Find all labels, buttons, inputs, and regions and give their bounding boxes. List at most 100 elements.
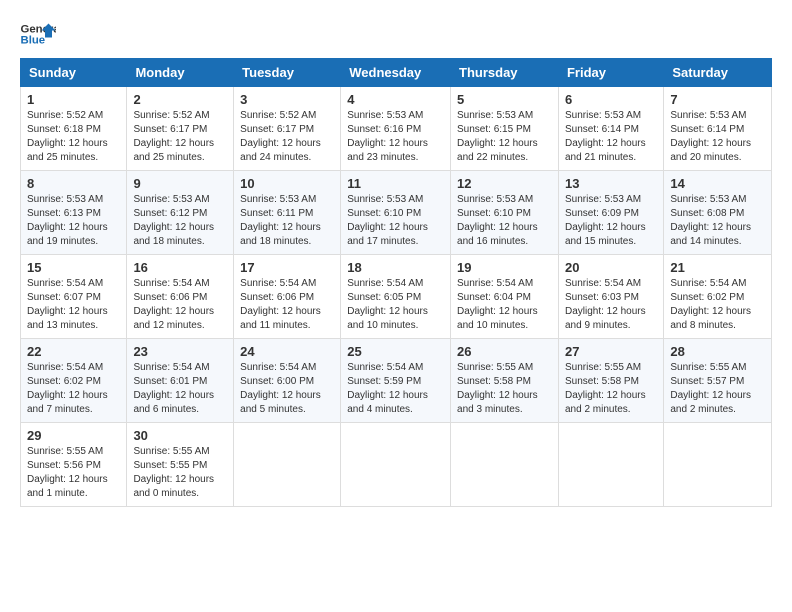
day-info: Sunrise: 5:55 AM Sunset: 5:56 PM Dayligh…: [27, 445, 120, 501]
day-number: 30: [133, 428, 227, 443]
svg-text:Blue: Blue: [21, 35, 46, 47]
day-cell: [341, 423, 451, 507]
day-number: 22: [27, 344, 120, 359]
day-cell: 28Sunrise: 5:55 AM Sunset: 5:57 PM Dayli…: [664, 339, 772, 423]
day-number: 26: [457, 344, 552, 359]
day-cell: 4 Sunrise: 5:53 AM Sunset: 6:16 PM Daylig…: [341, 87, 451, 171]
day-cell: 10 Sunrise: 5:53 AM Sunset: 6:11 PM Dayli…: [234, 171, 341, 255]
col-header-tuesday: Tuesday: [234, 59, 341, 87]
day-cell: 18 Sunrise: 5:54 AM Sunset: 6:05 PM Dayli…: [341, 255, 451, 339]
day-number: 1: [27, 92, 120, 107]
day-info: Sunrise: 5:52 AM Sunset: 6:17 PM Dayligh…: [133, 109, 227, 165]
week-row-1: 1 Sunrise: 5:52 AM Sunset: 6:18 PM Daylig…: [21, 87, 772, 171]
day-info: Sunrise: 5:53 AM Sunset: 6:10 PM Dayligh…: [457, 193, 552, 249]
day-cell: 22 Sunrise: 5:54 AM Sunset: 6:02 PM Dayli…: [21, 339, 127, 423]
day-info: Sunrise: 5:55 AM Sunset: 5:58 PM Dayligh…: [565, 361, 657, 417]
day-cell: 11 Sunrise: 5:53 AM Sunset: 6:10 PM Dayli…: [341, 171, 451, 255]
day-cell: 12 Sunrise: 5:53 AM Sunset: 6:10 PM Dayli…: [451, 171, 559, 255]
day-info: Sunrise: 5:54 AM Sunset: 6:03 PM Dayligh…: [565, 277, 657, 333]
day-cell: 24 Sunrise: 5:54 AM Sunset: 6:00 PM Dayli…: [234, 339, 341, 423]
day-cell: [664, 423, 772, 507]
day-info: Sunrise: 5:53 AM Sunset: 6:09 PM Dayligh…: [565, 193, 657, 249]
day-number: 19: [457, 260, 552, 275]
day-number: 23: [133, 344, 227, 359]
day-number: 25: [347, 344, 444, 359]
day-info: Sunrise: 5:54 AM Sunset: 6:06 PM Dayligh…: [133, 277, 227, 333]
day-cell: [451, 423, 559, 507]
day-number: 10: [240, 176, 334, 191]
day-cell: 5 Sunrise: 5:53 AM Sunset: 6:15 PM Daylig…: [451, 87, 559, 171]
day-number: 14: [670, 176, 765, 191]
day-number: 24: [240, 344, 334, 359]
day-number: 29: [27, 428, 120, 443]
day-cell: [234, 423, 341, 507]
day-cell: 21 Sunrise: 5:54 AM Sunset: 6:02 PM Dayli…: [664, 255, 772, 339]
day-cell: 15Sunrise: 5:54 AM Sunset: 6:07 PM Dayli…: [21, 255, 127, 339]
day-number: 13: [565, 176, 657, 191]
day-info: Sunrise: 5:54 AM Sunset: 6:02 PM Dayligh…: [670, 277, 765, 333]
day-info: Sunrise: 5:54 AM Sunset: 6:02 PM Dayligh…: [27, 361, 120, 417]
day-cell: 19 Sunrise: 5:54 AM Sunset: 6:04 PM Dayli…: [451, 255, 559, 339]
logo-icon: General Blue: [20, 20, 56, 48]
day-number: 7: [670, 92, 765, 107]
day-number: 12: [457, 176, 552, 191]
day-cell: 25 Sunrise: 5:54 AM Sunset: 5:59 PM Dayli…: [341, 339, 451, 423]
day-number: 6: [565, 92, 657, 107]
day-number: 20: [565, 260, 657, 275]
day-number: 5: [457, 92, 552, 107]
day-number: 17: [240, 260, 334, 275]
day-info: Sunrise: 5:54 AM Sunset: 6:00 PM Dayligh…: [240, 361, 334, 417]
header: General Blue: [20, 20, 772, 48]
day-cell: 3Sunrise: 5:52 AM Sunset: 6:17 PM Daylig…: [234, 87, 341, 171]
day-cell: 26 Sunrise: 5:55 AM Sunset: 5:58 PM Dayli…: [451, 339, 559, 423]
day-cell: [558, 423, 663, 507]
day-cell: 23 Sunrise: 5:54 AM Sunset: 6:01 PM Dayli…: [127, 339, 234, 423]
day-number: 8: [27, 176, 120, 191]
day-number: 27: [565, 344, 657, 359]
day-cell: 17 Sunrise: 5:54 AM Sunset: 6:06 PM Dayli…: [234, 255, 341, 339]
day-info: Sunrise: 5:53 AM Sunset: 6:14 PM Dayligh…: [670, 109, 765, 165]
day-info: Sunrise: 5:53 AM Sunset: 6:08 PM Dayligh…: [670, 193, 765, 249]
day-number: 11: [347, 176, 444, 191]
week-row-4: 22 Sunrise: 5:54 AM Sunset: 6:02 PM Dayli…: [21, 339, 772, 423]
day-info: Sunrise: 5:55 AM Sunset: 5:58 PM Dayligh…: [457, 361, 552, 417]
day-cell: 2 Sunrise: 5:52 AM Sunset: 6:17 PM Daylig…: [127, 87, 234, 171]
day-number: 4: [347, 92, 444, 107]
day-cell: 6 Sunrise: 5:53 AM Sunset: 6:14 PM Daylig…: [558, 87, 663, 171]
day-number: 18: [347, 260, 444, 275]
day-cell: 27 Sunrise: 5:55 AM Sunset: 5:58 PM Dayli…: [558, 339, 663, 423]
header-row: SundayMondayTuesdayWednesdayThursdayFrid…: [21, 59, 772, 87]
day-info: Sunrise: 5:55 AM Sunset: 5:57 PM Dayligh…: [670, 361, 765, 417]
day-info: Sunrise: 5:54 AM Sunset: 6:01 PM Dayligh…: [133, 361, 227, 417]
day-number: 21: [670, 260, 765, 275]
day-info: Sunrise: 5:53 AM Sunset: 6:11 PM Dayligh…: [240, 193, 334, 249]
day-info: Sunrise: 5:53 AM Sunset: 6:15 PM Dayligh…: [457, 109, 552, 165]
col-header-monday: Monday: [127, 59, 234, 87]
logo: General Blue: [20, 20, 56, 48]
day-info: Sunrise: 5:54 AM Sunset: 6:04 PM Dayligh…: [457, 277, 552, 333]
day-cell: 8Sunrise: 5:53 AM Sunset: 6:13 PM Daylig…: [21, 171, 127, 255]
day-cell: 9Sunrise: 5:53 AM Sunset: 6:12 PM Daylig…: [127, 171, 234, 255]
col-header-friday: Friday: [558, 59, 663, 87]
day-number: 2: [133, 92, 227, 107]
col-header-thursday: Thursday: [451, 59, 559, 87]
week-row-5: 29 Sunrise: 5:55 AM Sunset: 5:56 PM Dayli…: [21, 423, 772, 507]
day-info: Sunrise: 5:54 AM Sunset: 6:06 PM Dayligh…: [240, 277, 334, 333]
day-info: Sunrise: 5:53 AM Sunset: 6:10 PM Dayligh…: [347, 193, 444, 249]
day-info: Sunrise: 5:52 AM Sunset: 6:18 PM Dayligh…: [27, 109, 120, 165]
day-info: Sunrise: 5:54 AM Sunset: 6:07 PM Dayligh…: [27, 277, 120, 333]
day-cell: 7 Sunrise: 5:53 AM Sunset: 6:14 PM Daylig…: [664, 87, 772, 171]
day-cell: 13 Sunrise: 5:53 AM Sunset: 6:09 PM Dayli…: [558, 171, 663, 255]
col-header-saturday: Saturday: [664, 59, 772, 87]
day-info: Sunrise: 5:53 AM Sunset: 6:12 PM Dayligh…: [133, 193, 227, 249]
calendar-table: SundayMondayTuesdayWednesdayThursdayFrid…: [20, 58, 772, 507]
col-header-wednesday: Wednesday: [341, 59, 451, 87]
day-cell: 20 Sunrise: 5:54 AM Sunset: 6:03 PM Dayli…: [558, 255, 663, 339]
day-cell: 29 Sunrise: 5:55 AM Sunset: 5:56 PM Dayli…: [21, 423, 127, 507]
day-info: Sunrise: 5:54 AM Sunset: 5:59 PM Dayligh…: [347, 361, 444, 417]
day-info: Sunrise: 5:53 AM Sunset: 6:14 PM Dayligh…: [565, 109, 657, 165]
day-cell: 16Sunrise: 5:54 AM Sunset: 6:06 PM Dayli…: [127, 255, 234, 339]
day-info: Sunrise: 5:53 AM Sunset: 6:16 PM Dayligh…: [347, 109, 444, 165]
day-info: Sunrise: 5:54 AM Sunset: 6:05 PM Dayligh…: [347, 277, 444, 333]
week-row-2: 8Sunrise: 5:53 AM Sunset: 6:13 PM Daylig…: [21, 171, 772, 255]
